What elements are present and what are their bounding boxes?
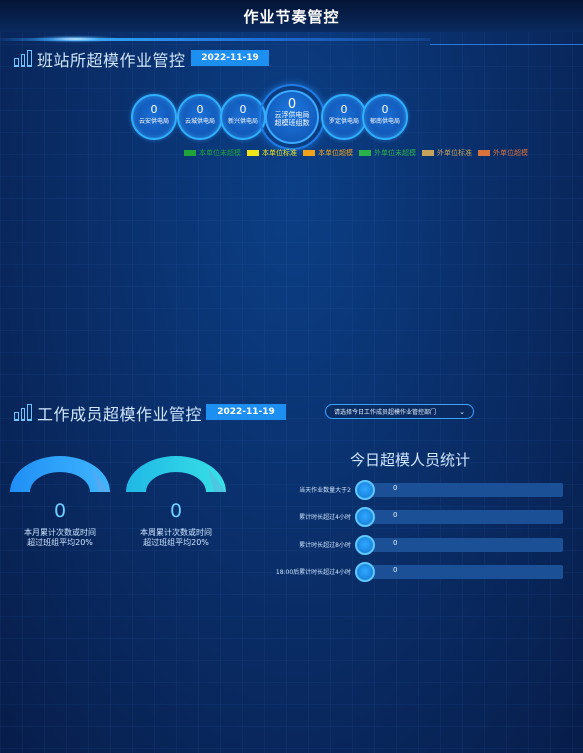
legend-label: 本单位标准 [262, 149, 297, 157]
stat-value: 0 [393, 511, 398, 519]
legend-swatch [184, 150, 196, 156]
section2-title: 工作成员超模作业管控 [37, 405, 203, 424]
department-select-placeholder: 请选择今日工作成员超模作业管控部门 [334, 409, 437, 416]
legend-swatch [247, 150, 259, 156]
stat-value: 0 [393, 484, 398, 492]
section1-heading: 班站所超模作业管控 [14, 47, 186, 71]
legend-item[interactable]: 外单位未超模 [359, 148, 416, 158]
bubble-value: 0 [381, 103, 389, 116]
legend-item[interactable]: 本单位超模 [303, 148, 353, 158]
section1-title: 班站所超模作业管控 [37, 51, 186, 70]
legend-item[interactable]: 本单位标准 [247, 148, 297, 158]
chevron-down-icon: ⌄ [459, 408, 465, 416]
bubble-label: 新兴供电局 [227, 118, 258, 125]
bubble-label: 云安供电局 [138, 118, 169, 125]
bubble-value: 0 [150, 103, 158, 116]
stat-row: 累计时长超过4小时 0 [0, 507, 583, 527]
department-select[interactable]: 请选择今日工作成员超模作业管控部门 ⌄ [325, 404, 474, 419]
legend-item[interactable]: 本单位未超模 [184, 148, 241, 158]
bubble-value: 0 [340, 103, 348, 116]
bubble-yunan-county[interactable]: 0 郁南供电局 [362, 94, 408, 140]
legend-label: 本单位未超模 [199, 149, 241, 157]
stat-indicator-dot [355, 562, 375, 582]
stat-indicator-dot [355, 535, 375, 555]
section2-heading: 工作成员超模作业管控 [14, 401, 202, 425]
legend-label: 外单位超模 [493, 149, 528, 157]
stat-row: 当天作业数量大于2 0 [0, 480, 583, 500]
bubble-value: 0 [196, 103, 204, 116]
section2-date-badge[interactable]: 2022-11-19 [206, 404, 286, 420]
stat-row: 18:00后累计时长超过4小时 0 [0, 562, 583, 582]
stat-row: 累计时长超过8小时 0 [0, 535, 583, 555]
bubble-value: 0 [239, 103, 247, 116]
legend-swatch [478, 150, 490, 156]
header-divider [430, 44, 583, 45]
stat-label: 累计时长超过8小时 [299, 542, 351, 549]
legend-swatch [359, 150, 371, 156]
stat-label: 18:00后累计时长超过4小时 [275, 569, 351, 576]
bar-chart-icon [14, 404, 33, 421]
section1-date-badge[interactable]: 2022-11-19 [191, 50, 269, 66]
stat-label: 累计时长超过4小时 [299, 514, 351, 521]
stat-value: 0 [393, 566, 398, 574]
legend-swatch [303, 150, 315, 156]
status-legend: 本单位未超模 本单位标准 本单位超模 外单位未超模 外单位标准 外单位超模 [184, 148, 528, 158]
bubble-yunan[interactable]: 0 云安供电局 [131, 94, 177, 140]
page-title: 作业节奏管控 [243, 8, 340, 26]
bubble-luoding[interactable]: 0 罗定供电局 [321, 94, 367, 140]
legend-item[interactable]: 外单位超模 [478, 148, 528, 158]
stat-label: 当天作业数量大于2 [299, 487, 351, 494]
center-label-1: 云浮供电局 [274, 111, 310, 119]
center-value: 0 [287, 97, 297, 112]
legend-item[interactable]: 外单位标准 [422, 148, 472, 158]
center-bubble-yunfu[interactable]: 0 云浮供电局 超模班组数 [259, 84, 325, 150]
legend-label: 外单位未超模 [374, 149, 416, 157]
legend-label: 本单位超模 [318, 149, 353, 157]
stat-indicator-dot [355, 507, 375, 527]
bubble-label: 罗定供电局 [328, 118, 359, 125]
legend-label: 外单位标准 [437, 149, 472, 157]
stat-indicator-dot [355, 480, 375, 500]
bubble-label: 云城供电局 [184, 118, 215, 125]
legend-swatch [422, 150, 434, 156]
center-label-2: 超模班组数 [274, 119, 310, 127]
bar-chart-icon [14, 50, 33, 67]
stat-value: 0 [393, 539, 398, 547]
bubble-yuncheng[interactable]: 0 云城供电局 [177, 94, 223, 140]
page-header: 作业节奏管控 [0, 0, 583, 45]
center-bubble-inner: 0 云浮供电局 超模班组数 [265, 90, 319, 144]
bubble-label: 郁南供电局 [369, 118, 400, 125]
header-glow-spot [30, 35, 120, 43]
stats-title: 今日超模人员统计 [350, 451, 471, 469]
